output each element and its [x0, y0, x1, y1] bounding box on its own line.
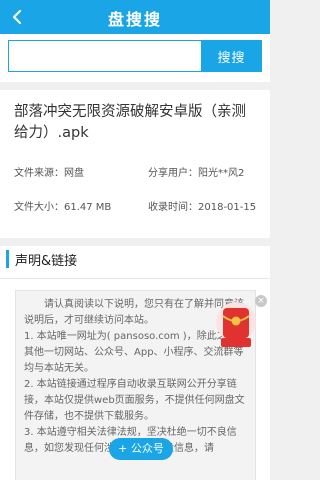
wechat-account-button[interactable]: + 公众号	[109, 438, 173, 460]
file-sharer: 分享用户：阳光**风2	[148, 164, 244, 179]
file-source: 文件来源：网盘	[14, 164, 84, 179]
search-input[interactable]	[8, 40, 201, 72]
top-bar: 盘搜搜	[0, 0, 270, 34]
file-size-value: 61.47 MB	[64, 202, 112, 213]
file-source-label: 文件来源：	[14, 168, 64, 179]
app-title: 盘搜搜	[107, 10, 162, 29]
file-time: 收录时间：2018-01-15	[148, 198, 256, 213]
search-button[interactable]: 搜搜	[201, 40, 262, 72]
divider	[0, 278, 270, 279]
file-source-value: 网盘	[64, 168, 84, 179]
section-accent-bar	[6, 250, 9, 268]
notice-paragraph: 2. 本站链接通过程序自动收录互联网公开分享链接，本站仅提供web页面服务，不提…	[24, 379, 245, 422]
file-size: 文件大小：61.47 MB	[14, 198, 111, 213]
file-info-card: 部落冲突无限资源破解安卓版（亲测给力）.apk 文件来源：网盘 分享用户：阳光*…	[0, 90, 270, 238]
file-time-value: 2018-01-15	[198, 202, 257, 213]
red-envelope-icon[interactable]	[212, 298, 260, 350]
file-sharer-value[interactable]: 阳光**风2	[198, 168, 244, 179]
file-title: 部落冲突无限资源破解安卓版（亲测给力）.apk	[14, 104, 246, 141]
search-bar: 搜搜	[0, 34, 270, 82]
file-time-label: 收录时间：	[148, 202, 198, 213]
file-sharer-label: 分享用户：	[148, 168, 198, 179]
section-title: 声明&链接	[15, 254, 78, 269]
file-size-label: 文件大小：	[14, 202, 64, 213]
ad-close-icon[interactable]: ×	[255, 295, 267, 307]
